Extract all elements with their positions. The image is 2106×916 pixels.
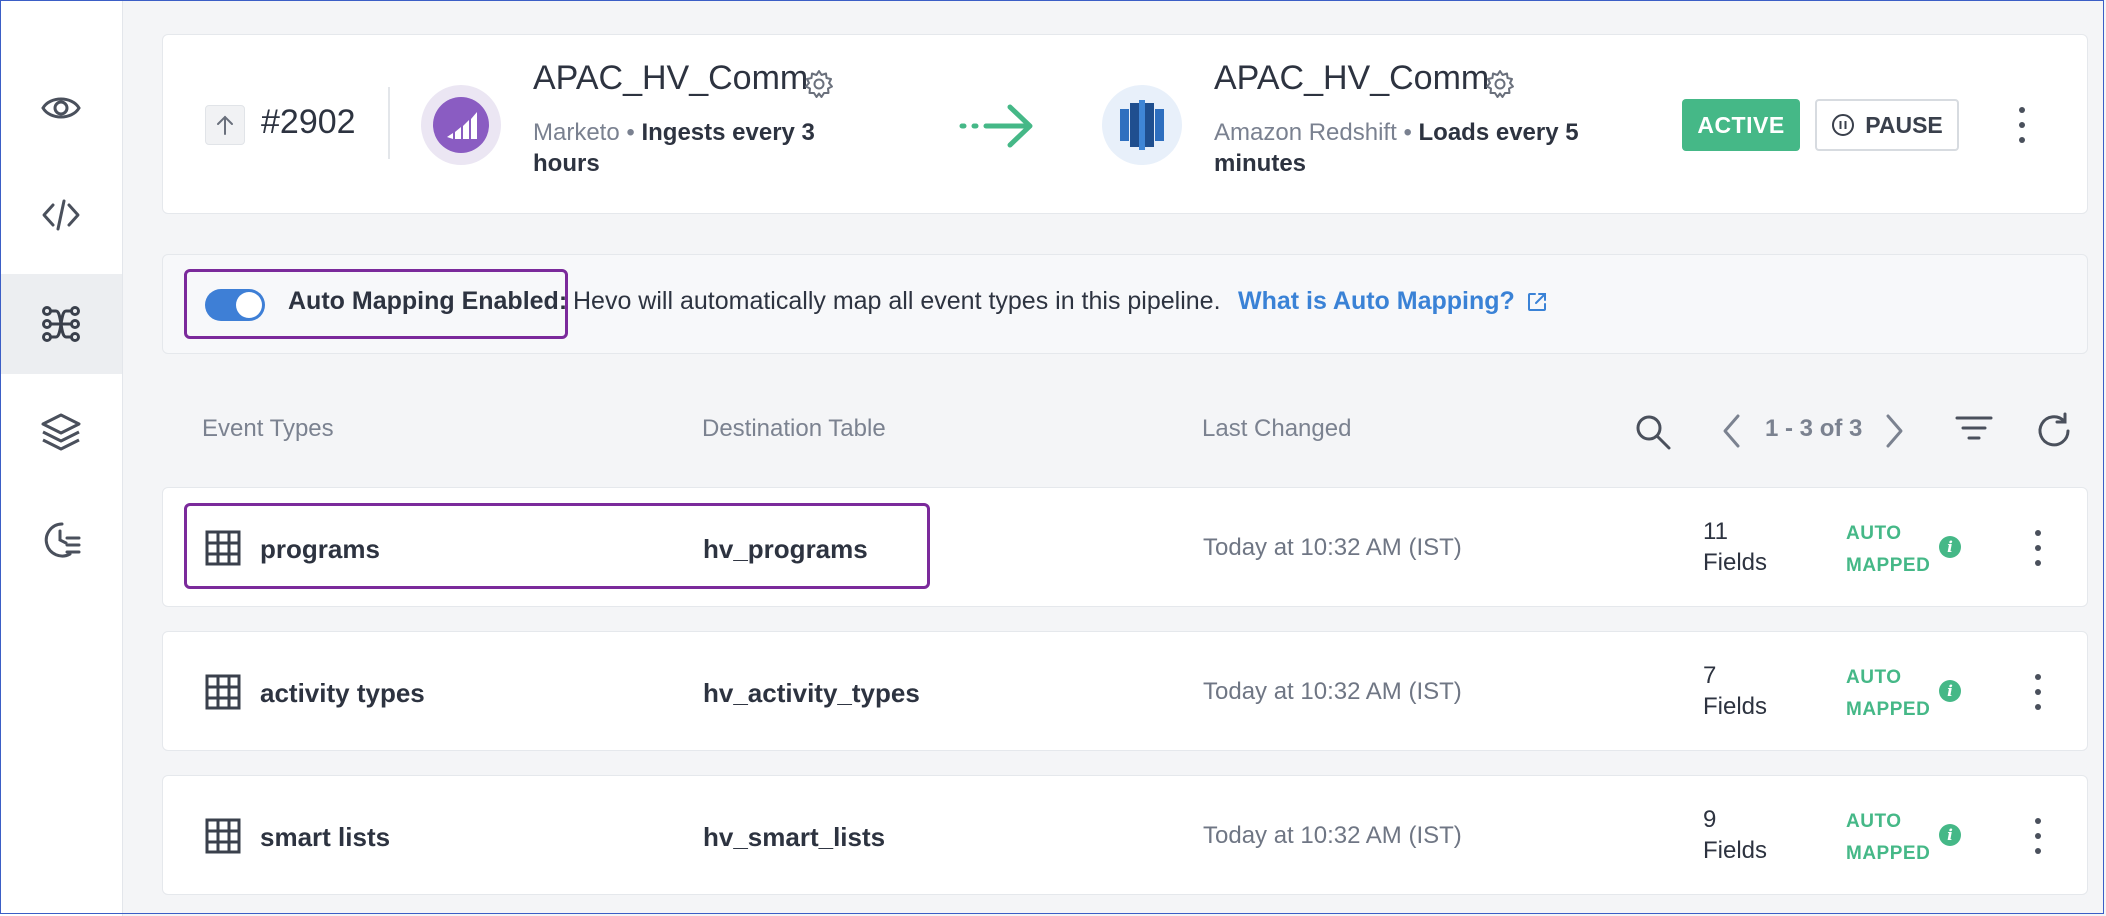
column-header-event-types: Event Types [202,415,334,442]
row-more-menu-icon[interactable] [2032,530,2044,566]
pipeline-flow-arrow-icon [959,104,1033,148]
destination-type: Amazon Redshift [1214,119,1397,146]
auto-mapping-banner: Auto Mapping Enabled: Hevo will automati… [162,254,2088,354]
layers-icon [41,413,81,451]
eye-icon [41,97,81,119]
fields-count: 9 Fields [1703,804,1767,866]
pause-circle-icon [1832,114,1855,136]
last-changed: Today at 10:32 AM (IST) [1203,822,1462,849]
filter-icon[interactable] [1955,414,1993,444]
info-icon[interactable]: i [1939,680,1961,702]
event-type-name[interactable]: smart lists [260,822,390,853]
external-link-icon [1527,292,1546,311]
table-row[interactable]: programs hv_programs Today at 10:32 AM (… [162,487,2088,607]
status-badge: ACTIVE [1682,99,1800,151]
fields-count-label: Fields [1703,837,1768,864]
destination-schedule: Loads every 5 [1418,119,1579,146]
row-more-menu-icon[interactable] [2032,674,2044,710]
sidebar-item-schema-mapper[interactable] [0,274,122,374]
destination-table-name[interactable]: hv_smart_lists [703,822,885,853]
pipeline-id: #2902 [261,103,356,141]
pause-label: PAUSE [1865,111,1943,138]
table-row[interactable]: activity types hv_activity_types Today a… [162,631,2088,751]
destination-name: APAC_HV_Comm [1214,59,1490,97]
destination-table-name[interactable]: hv_programs [703,534,868,565]
source-type: Marketo [533,119,620,146]
auto-mapped-line2: MAPPED [1846,843,1931,864]
pager-prev-chevron-icon[interactable] [1720,412,1744,450]
auto-mapped-badge: AUTO MAPPED [1846,518,1930,582]
table-grid-icon [205,818,241,854]
column-header-last-changed: Last Changed [1202,415,1352,442]
auto-mapped-line1: AUTO [1846,811,1902,832]
pipeline-header: #2902 APAC_HV_Comm Marketo • Ingests eve… [162,34,2088,214]
auto-mapped-line2: MAPPED [1846,699,1931,720]
source-meta: Marketo • Ingests every 3 hours [533,117,853,179]
code-icon [42,199,80,231]
last-changed: Today at 10:32 AM (IST) [1203,678,1462,705]
auto-mapped-line1: AUTO [1846,667,1902,688]
refresh-icon[interactable] [2034,411,2074,451]
fields-count-label: Fields [1703,693,1768,720]
fields-count-label: Fields [1703,549,1768,576]
info-icon[interactable]: i [1939,824,1961,846]
pager-range: 1 - 3 of 3 [1765,415,1863,442]
header-more-menu-icon[interactable] [2016,107,2028,143]
auto-mapping-toggle[interactable] [205,289,265,321]
scroll-up-button[interactable] [205,105,245,145]
pager-next-chevron-icon[interactable] [1882,412,1906,450]
fields-count: 11 Fields [1703,516,1767,578]
source-name: APAC_HV_Comm [533,59,809,97]
search-icon[interactable] [1634,413,1672,451]
auto-mapping-link-text: What is Auto Mapping? [1238,287,1515,315]
event-type-name[interactable]: programs [260,534,380,565]
fields-count-value: 7 [1703,662,1717,689]
auto-mapped-line2: MAPPED [1846,555,1931,576]
auto-mapped-line1: AUTO [1846,523,1902,544]
column-header-destination-table: Destination Table [702,415,886,442]
destination-table-name[interactable]: hv_activity_types [703,678,920,709]
marketo-logo [421,85,501,165]
table-grid-icon [205,674,241,710]
event-type-name[interactable]: activity types [260,678,425,709]
auto-mapped-badge: AUTO MAPPED [1846,806,1930,870]
auto-mapped-badge: AUTO MAPPED [1846,662,1930,726]
schema-mapper-icon [42,306,80,342]
last-changed: Today at 10:32 AM (IST) [1203,534,1462,561]
destination-settings-gear-icon[interactable] [1485,69,1515,99]
source-bullet: • [626,119,635,146]
source-schedule: Ingests every 3 [641,119,815,146]
row-more-menu-icon[interactable] [2032,818,2044,854]
destination-schedule-cont: minutes [1214,150,1307,177]
destination-meta: Amazon Redshift • Loads every 5 minutes [1214,117,1634,179]
activity-log-icon [44,522,81,558]
auto-mapping-description: Hevo will automatically map all event ty… [573,287,1221,315]
source-schedule-cont: hours [533,150,600,177]
auto-mapping-label: Auto Mapping Enabled: [288,287,568,315]
fields-count-value: 9 [1703,806,1717,833]
table-row[interactable]: smart lists hv_smart_lists Today at 10:3… [162,775,2088,895]
destination-bullet: • [1403,119,1412,146]
sidebar [0,0,123,916]
sidebar-item-overview[interactable] [0,58,122,158]
sidebar-item-activity[interactable] [0,490,122,590]
auto-mapping-help-link[interactable]: What is Auto Mapping? [1238,287,1549,316]
info-icon[interactable]: i [1939,536,1961,558]
pause-button[interactable]: PAUSE [1815,99,1959,151]
fields-count-value: 11 [1703,518,1728,545]
source-settings-gear-icon[interactable] [804,69,834,99]
header-divider [388,87,390,159]
table-grid-icon [205,530,241,566]
arrow-up-icon [217,115,233,135]
redshift-logo [1102,85,1182,165]
sidebar-item-models[interactable] [0,382,122,482]
fields-count: 7 Fields [1703,660,1767,722]
sidebar-item-transformations[interactable] [0,165,122,265]
